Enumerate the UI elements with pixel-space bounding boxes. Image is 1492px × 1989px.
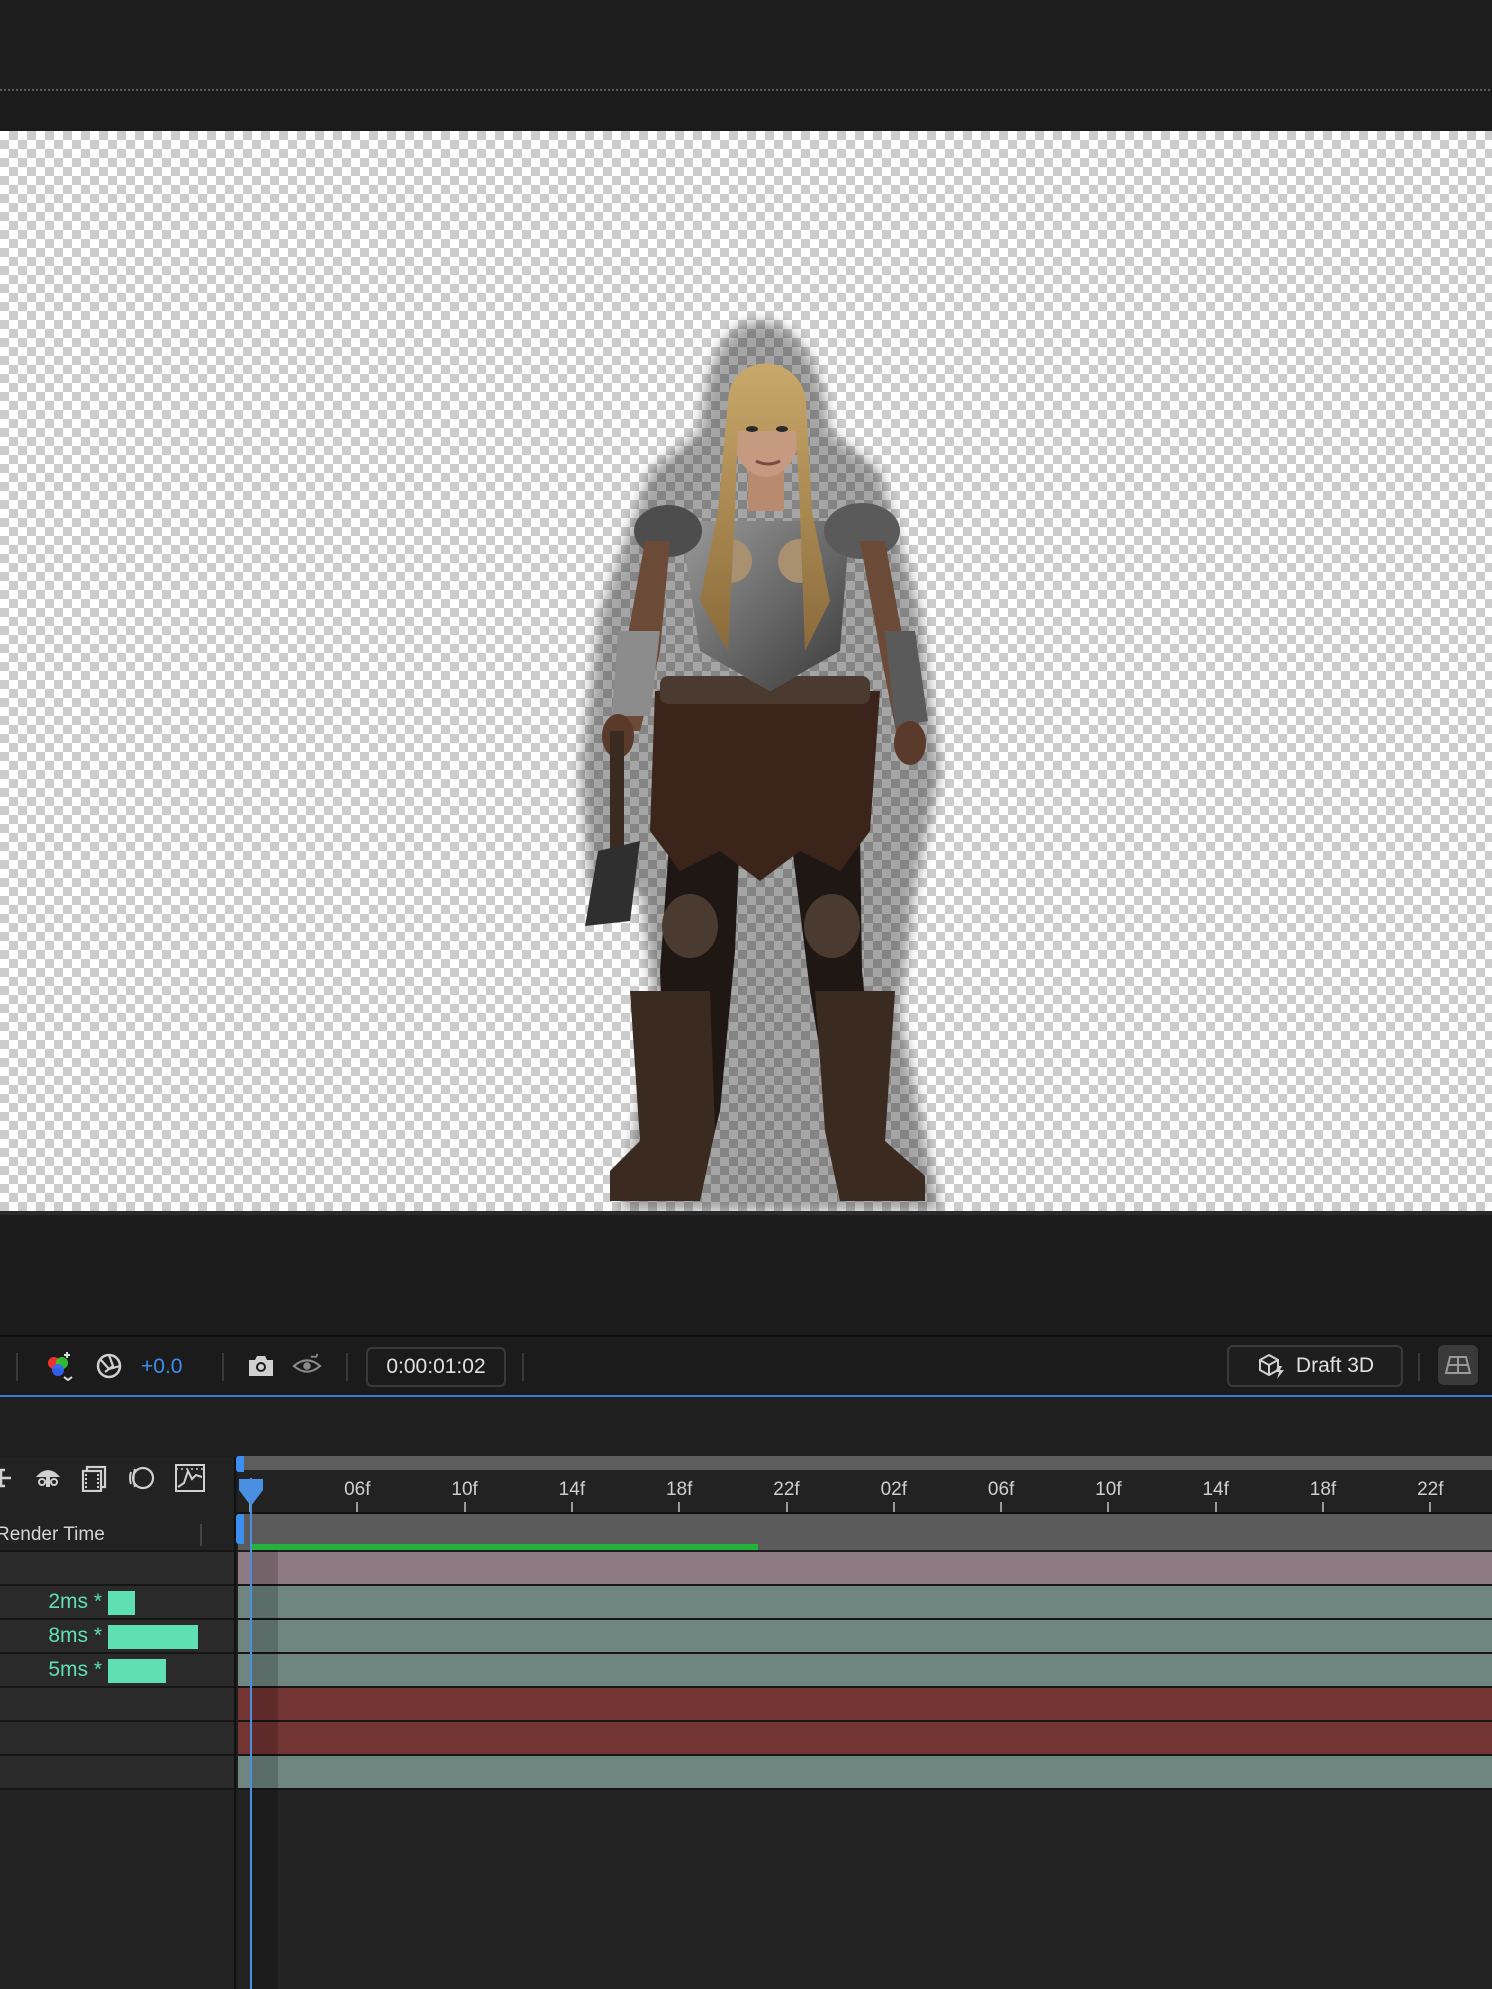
ground-plane-icon <box>1444 1356 1472 1374</box>
shy-layers-icon[interactable] <box>32 1462 64 1494</box>
layer-duration-bar[interactable] <box>238 1722 1492 1756</box>
layer-row[interactable] <box>0 1722 234 1756</box>
exposure-value[interactable]: +0.0 <box>141 1355 182 1379</box>
layer-row[interactable]: 8ms * <box>0 1620 234 1654</box>
render-time-bar <box>108 1659 166 1683</box>
toolbar-separator <box>1418 1353 1420 1381</box>
layer-row[interactable]: 2ms * <box>0 1586 234 1620</box>
render-time-bar <box>108 1625 198 1649</box>
draft-3d-button[interactable]: Draft 3D <box>1227 1345 1403 1387</box>
toolbar-separator <box>522 1353 524 1381</box>
layer-row[interactable]: 5ms * <box>0 1654 234 1688</box>
ruler-tick-label: 06f <box>987 1479 1015 1500</box>
render-time-bar <box>108 1591 135 1615</box>
layer-row[interactable] <box>0 1552 234 1586</box>
ruler-tick-mark <box>463 1502 466 1512</box>
ruler-tick-mark <box>356 1502 359 1512</box>
composition-viewer[interactable] <box>0 131 1492 1211</box>
ruler-tick-mark <box>1107 1502 1110 1512</box>
layer-duration-bar[interactable] <box>238 1756 1492 1790</box>
ruler-tick-label: 18f <box>1309 1479 1337 1500</box>
playhead-icon <box>239 1479 263 1506</box>
camera-snapshot-icon[interactable] <box>246 1351 276 1381</box>
layer-duration-bar[interactable] <box>238 1654 1492 1688</box>
render-time-header-label: Render Time <box>0 1524 105 1545</box>
ruler-tick-mark <box>892 1502 895 1512</box>
timecode-display[interactable]: 0:00:01:02 <box>366 1347 506 1387</box>
time-ruler[interactable]: 0f06f10f14f18f22f02f06f10f14f18f22f <box>238 1470 1492 1512</box>
layer-row[interactable] <box>0 1688 234 1722</box>
frame-blending-icon[interactable] <box>78 1462 110 1494</box>
viewer-toolbar: +0.0 0:00:01:02 Draft 3D <box>0 1335 1492 1395</box>
ruler-tick-mark <box>785 1502 788 1512</box>
ruler-tick-label: 14f <box>1202 1479 1229 1500</box>
ruler-tick-mark <box>1000 1502 1003 1512</box>
top-panel <box>0 0 1492 90</box>
cache-start-handle[interactable] <box>236 1514 244 1544</box>
playhead-handle[interactable] <box>238 1478 264 1513</box>
ruler-tick-label: 10f <box>451 1479 478 1500</box>
toolbar-separator <box>346 1353 348 1381</box>
hierarchy-icon[interactable] <box>0 1462 24 1494</box>
ruler-tick-label: 02f <box>880 1479 908 1500</box>
show-snapshot-icon[interactable] <box>292 1351 322 1381</box>
ruler-tick-label: 22f <box>1417 1479 1444 1500</box>
ruler-tick-mark <box>678 1502 681 1512</box>
layer-duration-bar[interactable] <box>238 1688 1492 1722</box>
work-area-start-handle[interactable] <box>236 1456 244 1472</box>
ruler-tick-label: 10f <box>1095 1479 1122 1500</box>
motion-blur-icon[interactable] <box>126 1462 158 1494</box>
render-time-value: 8ms * <box>48 1624 102 1647</box>
warrior-figure[interactable] <box>0 131 1492 1211</box>
channel-icon[interactable] <box>44 1351 74 1381</box>
toolbar-separator <box>16 1353 18 1381</box>
work-area-bar[interactable] <box>238 1456 1492 1470</box>
cache-progress-bar <box>250 1544 758 1550</box>
ruler-tick-label: 14f <box>558 1479 586 1500</box>
timeline-empty-area[interactable] <box>238 1790 1492 1989</box>
playhead-line[interactable] <box>250 1478 252 1989</box>
viewer-margin <box>0 1215 1492 1335</box>
draft-3d-label: Draft 3D <box>1295 1354 1375 1377</box>
exposure-reset-icon[interactable] <box>94 1351 124 1381</box>
viewer-margin <box>0 91 1492 131</box>
render-time-value: 2ms * <box>48 1590 102 1613</box>
ruler-tick-mark <box>1322 1502 1324 1512</box>
render-time-column-header[interactable]: Render Time <box>0 1520 234 1552</box>
layer-duration-bar[interactable] <box>238 1552 1492 1586</box>
ruler-tick-label: 06f <box>344 1479 371 1500</box>
ruler-tick-label: 22f <box>773 1479 800 1500</box>
layer-duration-bar[interactable] <box>238 1586 1492 1620</box>
graph-editor-icon[interactable] <box>174 1462 206 1494</box>
timeline-header <box>0 1397 1492 1457</box>
layer-duration-bar[interactable] <box>238 1620 1492 1654</box>
ruler-tick-mark <box>1214 1502 1217 1512</box>
draft-3d-icon <box>1258 1353 1284 1379</box>
ruler-tick-mark <box>570 1502 573 1512</box>
layer-row[interactable] <box>0 1756 234 1790</box>
ruler-tick-label: 18f <box>665 1479 693 1500</box>
render-time-value: 5ms * <box>48 1658 102 1681</box>
timeline-start-strip <box>250 1550 278 1989</box>
ground-plane-button[interactable] <box>1438 1345 1478 1385</box>
toolbar-separator <box>222 1353 224 1381</box>
column-divider[interactable] <box>200 1524 202 1546</box>
ruler-tick-mark <box>1429 1502 1432 1512</box>
